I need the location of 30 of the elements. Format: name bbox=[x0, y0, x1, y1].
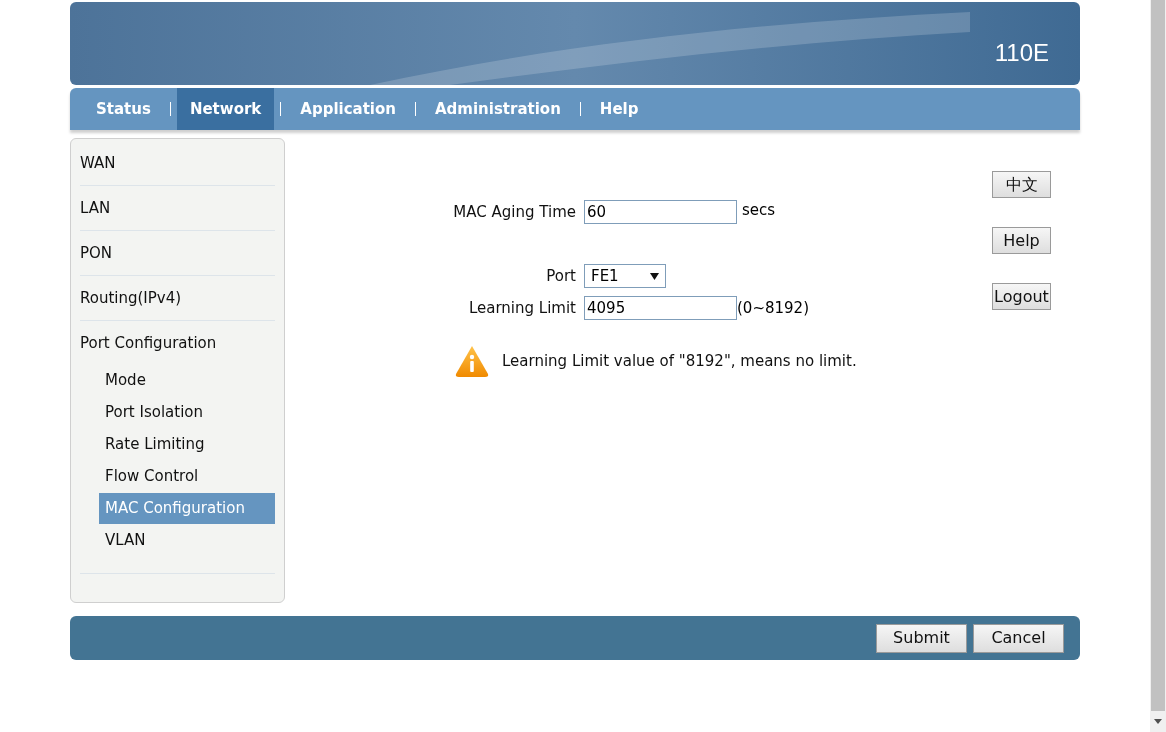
scrollbar[interactable] bbox=[1150, 0, 1166, 732]
port-select[interactable]: FE1 bbox=[584, 264, 666, 288]
sidebar-subitem[interactable]: VLAN bbox=[99, 525, 275, 556]
side-button[interactable]: 中文 bbox=[992, 171, 1051, 198]
sidebar-subitem[interactable]: Mode bbox=[99, 365, 275, 396]
footer-button[interactable]: Cancel bbox=[973, 623, 1064, 653]
learning-limit-input[interactable]: 4095 bbox=[584, 296, 737, 320]
field-label: Learning Limit bbox=[467, 297, 577, 319]
scroll-down-icon[interactable] bbox=[1154, 719, 1162, 724]
sidebar-item[interactable]: Port Configuration bbox=[80, 331, 217, 355]
nav-tab[interactable]: Network bbox=[176, 88, 275, 130]
unit-label: secs bbox=[742, 200, 776, 222]
field-label: MAC Aging Time bbox=[452, 201, 577, 223]
model-name: 110E bbox=[994, 38, 1049, 68]
sidebar-subitem[interactable]: Port Isolation bbox=[99, 397, 275, 428]
side-button[interactable]: Logout bbox=[992, 283, 1051, 310]
sidebar-item[interactable]: WAN bbox=[80, 151, 116, 175]
sidebar-item[interactable]: PON bbox=[80, 241, 113, 265]
sidebar-item[interactable]: LAN bbox=[80, 196, 111, 220]
range-label: (0~8192) bbox=[737, 297, 809, 319]
dropdown-arrow-icon bbox=[650, 272, 659, 280]
sidebar-item[interactable]: Routing(IPv4) bbox=[80, 286, 182, 310]
sidebar-subitem[interactable]: Flow Control bbox=[99, 461, 275, 492]
footer-button[interactable]: Submit bbox=[876, 623, 967, 653]
side-button[interactable]: Help bbox=[992, 227, 1051, 254]
aging-time-input[interactable]: 60 bbox=[584, 200, 737, 224]
hint-text: Learning Limit value of "8192", means no limit. bbox=[502, 350, 857, 372]
field-label: Port bbox=[545, 265, 577, 287]
warning-icon bbox=[454, 344, 490, 378]
sidebar-subitem[interactable]: Rate Limiting bbox=[99, 429, 275, 460]
